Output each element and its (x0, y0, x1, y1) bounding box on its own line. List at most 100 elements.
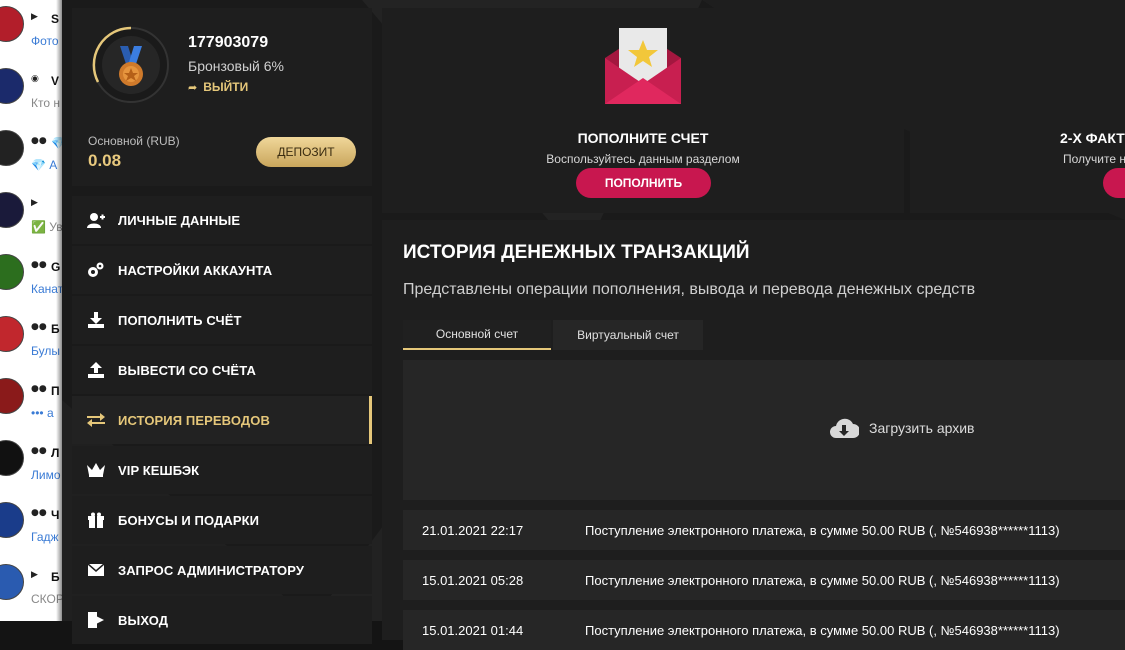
chat-avatar (0, 316, 24, 352)
menu-item-label: БОНУСЫ И ПОДАРКИ (118, 512, 260, 528)
balance-value: 0.08 (88, 151, 122, 170)
chat-list-item[interactable]: ●●ЧГадж (0, 498, 62, 560)
transaction-description: Поступление электронного платежа, в сумм… (585, 572, 1060, 588)
menu-item-label: ВЫВЕСТИ СО СЧЁТА (118, 362, 256, 378)
promo-2fa-title: 2-Х ФАКТ (1060, 130, 1125, 146)
chat-list-strip: ▶SФото◉VКто н●●💎💎 А▶✅ Ув●●GКанат●●ББулы●… (0, 0, 62, 621)
transaction-row: 21.01.2021 22:17 Поступление электронного… (403, 510, 1125, 550)
envelope-icon (72, 564, 118, 576)
exit-icon (72, 612, 118, 628)
group-icon: ●● (31, 322, 47, 332)
promo-2fa-button[interactable] (1103, 168, 1125, 198)
menu-item[interactable]: НАСТРОЙКИ АККАУНТА (72, 246, 372, 294)
menu-item[interactable]: ПОПОЛНИТЬ СЧЁТ (72, 296, 372, 344)
menu-item-label: ИСТОРИЯ ПЕРЕВОДОВ (118, 412, 270, 428)
audio-icon: ◉ (31, 74, 39, 84)
download-archive-label: Загрузить архив (869, 420, 975, 436)
profile-card: 177903079 Бронзовый 6% ➦ ВЫЙТИ Основной … (72, 8, 372, 186)
chat-preview: Фото (31, 34, 59, 48)
history-title: ИСТОРИЯ ДЕНЕЖНЫХ ТРАНЗАКЦИЙ (403, 242, 750, 263)
menu-item-label: VIP КЕШБЭК (118, 462, 200, 478)
menu-item[interactable]: ИСТОРИЯ ПЕРЕВОДОВ (72, 396, 372, 444)
chat-avatar (0, 564, 24, 600)
chat-avatar (0, 130, 24, 166)
menu-item-label: ВЫХОД (118, 612, 169, 628)
chat-avatar (0, 502, 24, 538)
chat-avatar (0, 254, 24, 290)
chat-list-item[interactable]: ●●ЛЛимо (0, 436, 62, 498)
tab-main-account[interactable]: Основной счет (403, 320, 551, 350)
balance-label: Основной (RUB) (88, 134, 180, 148)
upload-icon (72, 362, 118, 378)
chat-avatar (0, 378, 24, 414)
gears-icon (72, 262, 118, 278)
transaction-description: Поступление электронного платежа, в сумм… (585, 622, 1060, 638)
chat-list-item[interactable]: ●●П••• а (0, 374, 62, 436)
download-archive-button[interactable]: Загрузить архив (829, 416, 975, 440)
group-icon: ●● (31, 508, 47, 518)
deposit-button[interactable]: ДЕПОЗИТ (256, 137, 356, 167)
chat-avatar (0, 440, 24, 476)
user-id: 177903079 (188, 34, 269, 51)
transaction-date: 21.01.2021 22:17 (422, 522, 524, 538)
chat-preview: Гадж (31, 530, 59, 544)
menu-item[interactable]: ЛИЧНЫЕ ДАННЫЕ (72, 196, 372, 244)
transaction-history-panel: ИСТОРИЯ ДЕНЕЖНЫХ ТРАНЗАКЦИЙ Представлены… (382, 220, 1125, 650)
megaphone-icon: ▶ (31, 570, 38, 580)
tab-virtual-account[interactable]: Виртуальный счет (553, 320, 703, 350)
transaction-description: Поступление электронного платежа, в сумм… (585, 522, 1060, 538)
chat-preview: ••• а (31, 406, 54, 420)
menu-item-label: ЛИЧНЫЕ ДАННЫЕ (118, 212, 241, 228)
chat-list-item[interactable]: ▶БСКОР (0, 560, 62, 621)
download-icon (72, 312, 118, 328)
menu-item[interactable]: ЗАПРОС АДМИНИСТРАТОРУ (72, 546, 372, 594)
group-icon: ●● (31, 136, 47, 146)
promo-deposit-button[interactable]: ПОПОЛНИТЬ (576, 168, 711, 198)
transaction-row: 15.01.2021 05:28 Поступление электронного… (403, 560, 1125, 600)
account-menu: ЛИЧНЫЕ ДАННЫЕ НАСТРОЙКИ АККАУНТА ПОПОЛНИТЬ… (72, 196, 372, 646)
menu-item[interactable]: ВЫХОД (72, 596, 372, 644)
promo-deposit-desc: Воспользуйтесь данным разделом (546, 152, 740, 166)
promo-deposit-title: ПОПОЛНИТЕ СЧЕТ (577, 130, 709, 146)
chat-avatar (0, 68, 24, 104)
chat-list-item[interactable]: ●●GКанат (0, 250, 62, 312)
logout-icon: ➦ (188, 80, 198, 94)
archive-box: Загрузить архив (403, 360, 1125, 500)
transaction-row: 15.01.2021 01:44 Поступление электронного… (403, 610, 1125, 650)
menu-item[interactable]: VIP КЕШБЭК (72, 446, 372, 494)
menu-item-label: ПОПОЛНИТЬ СЧЁТ (118, 312, 242, 328)
chat-list-item[interactable]: ▶ ✅ Ув (0, 188, 62, 250)
rank-medal-avatar (90, 24, 172, 106)
group-icon: ●● (31, 260, 47, 270)
envelope-star-icon (605, 28, 681, 104)
chat-list-item[interactable]: ●●💎💎 А (0, 126, 62, 188)
group-icon: ●● (31, 384, 47, 394)
chat-list-item[interactable]: ◉ V Кто н (0, 64, 62, 126)
user-plus-icon (72, 212, 118, 228)
cloud-download-icon (830, 418, 859, 438)
transaction-date: 15.01.2021 05:28 (422, 572, 524, 588)
promo-deposit-card: ПОПОЛНИТЕ СЧЕТ Воспользуйтесь данным раз… (382, 8, 904, 213)
chat-avatar (0, 192, 24, 228)
megaphone-icon: ▶ (31, 12, 38, 22)
chat-list-item[interactable]: ●●ББулы (0, 312, 62, 374)
loyalty-level: Бронзовый 6% (188, 58, 284, 74)
menu-item-label: НАСТРОЙКИ АККАУНТА (118, 262, 273, 278)
transaction-date: 15.01.2021 01:44 (422, 622, 524, 638)
group-icon: ●● (31, 446, 47, 456)
crown-icon (72, 463, 118, 477)
logout-link[interactable]: ➦ ВЫЙТИ (188, 80, 248, 94)
promo-2fa-card: 2-Х ФАКТ Получите н (910, 8, 1125, 213)
chat-avatar (0, 6, 24, 42)
menu-item-label: ЗАПРОС АДМИНИСТРАТОРУ (118, 562, 305, 578)
gift-icon (72, 512, 118, 528)
megaphone-icon: ▶ (31, 198, 38, 208)
menu-item[interactable]: ВЫВЕСТИ СО СЧЁТА (72, 346, 372, 394)
exchange-icon (72, 413, 118, 427)
chat-list-item[interactable]: ▶ S Фото (0, 2, 62, 64)
promo-2fa-desc: Получите н (1063, 152, 1125, 166)
chat-preview: 💎 А (31, 158, 58, 172)
history-subtitle: Представлены операции пополнения, вывода… (403, 281, 976, 298)
logout-label: ВЫЙТИ (203, 80, 249, 94)
menu-item[interactable]: БОНУСЫ И ПОДАРКИ (72, 496, 372, 544)
